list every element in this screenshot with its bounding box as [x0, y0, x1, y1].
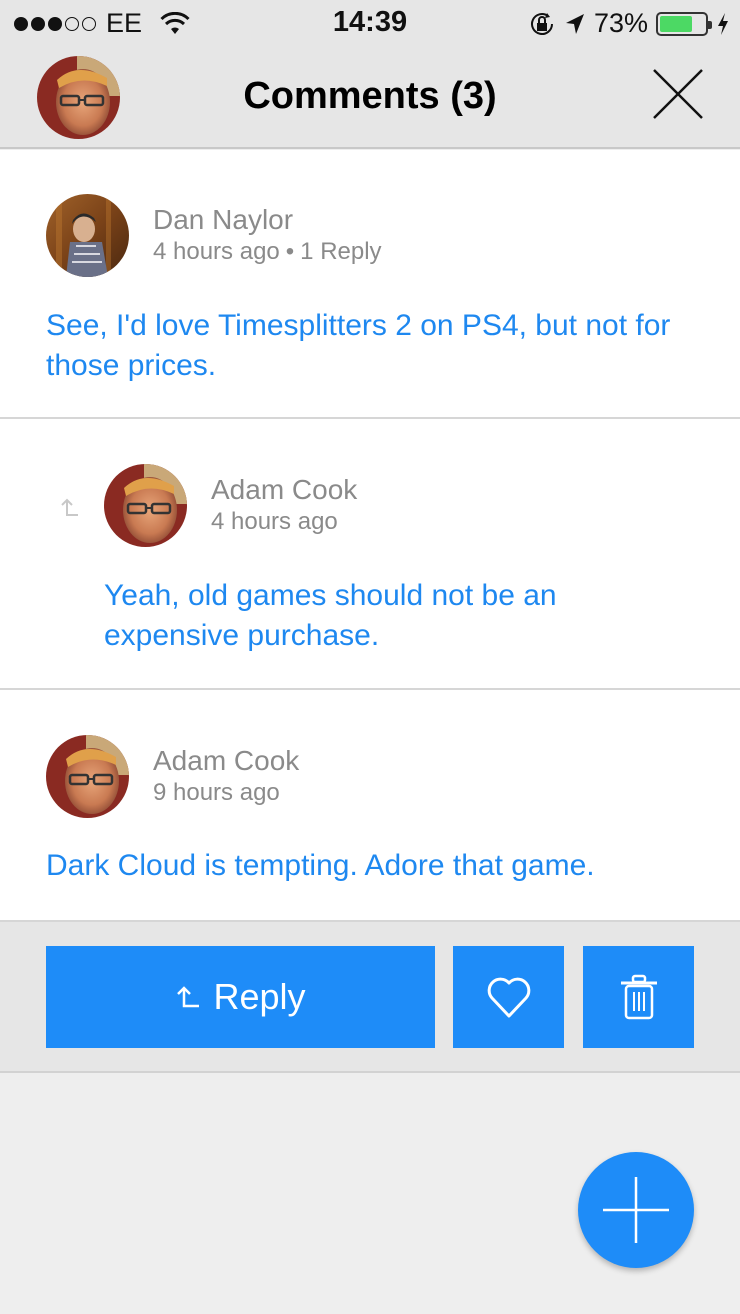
header: Comments (3)	[0, 48, 740, 149]
reply-arrow-icon	[177, 986, 200, 1008]
comment-body: Yeah, old games should not be an expensi…	[104, 579, 557, 652]
comment-author[interactable]: Adam Cook	[153, 745, 299, 777]
status-bar: EE 14:39 73%	[0, 0, 740, 48]
comment-body: See, I'd love Timesplitters 2 on PS4, bu…	[46, 309, 671, 382]
avatar-image	[46, 735, 129, 818]
charging-bolt-icon	[718, 12, 728, 35]
comment-item[interactable]: Adam Cook 9 hours ago Dark Cloud is temp…	[0, 690, 740, 922]
reply-button[interactable]: Reply	[46, 946, 435, 1048]
comment-item[interactable]: Adam Cook 4 hours ago Yeah, old games sh…	[0, 419, 740, 690]
comment-avatar[interactable]	[46, 735, 129, 818]
meta-separator: •	[285, 238, 295, 265]
comment-action-bar: Reply	[0, 922, 740, 1073]
close-icon[interactable]	[652, 68, 704, 120]
comment-time: 9 hours ago	[153, 779, 280, 806]
rotation-lock-icon	[530, 12, 553, 35]
reply-count[interactable]: 1 Reply	[300, 238, 381, 265]
reply-button-label: Reply	[213, 976, 306, 1017]
comment-time: 4 hours ago	[153, 238, 280, 265]
comment-author[interactable]: Dan Naylor	[153, 204, 293, 236]
status-right: 73%	[528, 8, 730, 39]
comment-body: Dark Cloud is tempting. Adore that game.	[46, 849, 595, 882]
location-arrow-icon	[565, 13, 584, 34]
comment-item[interactable]: Dan Naylor 4 hours ago • 1 Reply See, I'd …	[0, 150, 740, 419]
comment-avatar[interactable]	[46, 194, 129, 277]
plus-icon	[603, 1177, 669, 1243]
heart-icon	[487, 977, 530, 1018]
battery-icon	[656, 11, 712, 36]
add-comment-button[interactable]	[578, 1152, 694, 1268]
comment-author[interactable]: Adam Cook	[211, 474, 357, 506]
trash-icon	[620, 974, 657, 1020]
comment-list: Dan Naylor 4 hours ago • 1 Reply See, I'd …	[0, 150, 740, 922]
page-title: Comments (3)	[243, 75, 497, 117]
battery-percent: 73%	[593, 8, 648, 38]
comment-meta: 4 hours ago • 1 Reply	[153, 238, 382, 266]
avatar-image	[104, 464, 187, 547]
like-button[interactable]	[453, 946, 564, 1048]
delete-button[interactable]	[583, 946, 694, 1048]
comment-avatar[interactable]	[104, 464, 187, 547]
battery-fill	[660, 15, 693, 32]
avatar-image	[46, 194, 129, 277]
reply-arrow-icon	[61, 498, 78, 516]
comment-time: 4 hours ago	[211, 508, 338, 535]
